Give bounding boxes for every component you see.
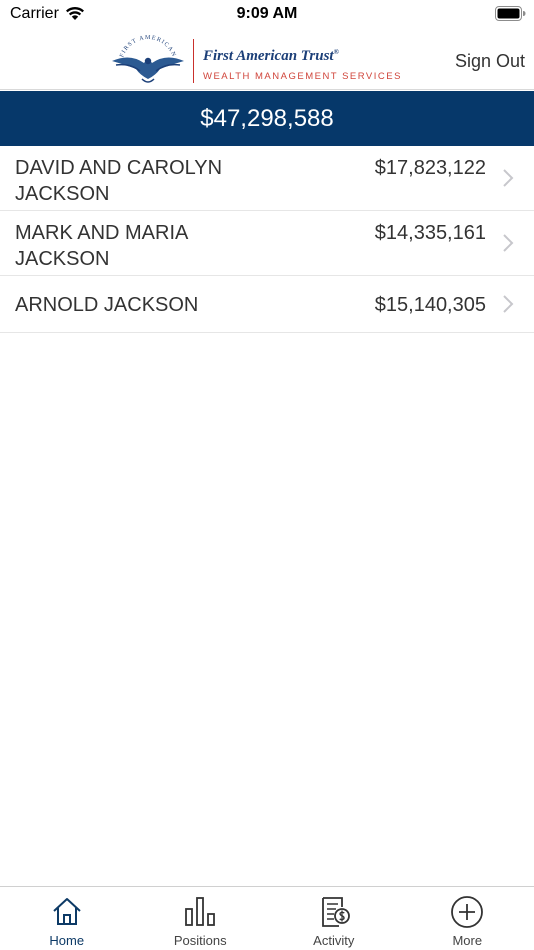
tab-activity[interactable]: Activity	[267, 887, 401, 950]
tab-label: Positions	[173, 933, 227, 948]
tab-more[interactable]: More	[401, 887, 534, 950]
chevron-right-icon	[503, 295, 514, 313]
clock: 9:09 AM	[236, 5, 298, 22]
tab-bar: Home Positions Activity More	[0, 886, 534, 950]
account-name: ARNOLD JACKSON	[15, 294, 199, 316]
brand-tagline: WEALTH MANAGEMENT SERVICES	[203, 71, 402, 82]
chevron-right-icon	[503, 234, 514, 252]
brand-name: First American Trust®	[203, 48, 339, 65]
account-name: MARK AND MARIA JACKSON	[15, 222, 188, 270]
home-icon	[53, 898, 81, 925]
accounts-list: DAVID AND CAROLYN JACKSON $17,823,122 MA…	[0, 146, 534, 333]
tab-label: Activity	[313, 933, 355, 948]
logo-divider	[193, 39, 194, 83]
plus-circle-icon	[451, 896, 484, 928]
account-row[interactable]: MARK AND MARIA JACKSON $14,335,161	[0, 211, 534, 276]
brand-registered-mark: ®	[333, 48, 339, 56]
account-row[interactable]: ARNOLD JACKSON $15,140,305	[0, 276, 534, 333]
bar-chart-icon	[185, 897, 216, 926]
status-bar: Carrier 9:09 AM	[0, 0, 534, 30]
account-row[interactable]: DAVID AND CAROLYN JACKSON $17,823,122	[0, 146, 534, 211]
app-header: FIRST AMERICAN First American Trust® WEA…	[0, 30, 534, 90]
brand-name-text: First American Trust	[203, 48, 334, 64]
account-name: DAVID AND CAROLYN JACKSON	[15, 157, 223, 205]
account-value: $17,823,122	[374, 157, 486, 179]
svg-text:FIRST AMERICAN: FIRST AMERICAN	[119, 35, 177, 58]
first-american-trust-logo: FIRST AMERICAN First American Trust® WEA…	[110, 35, 410, 87]
statement-icon	[321, 897, 350, 927]
tab-label: Home	[49, 933, 85, 948]
screen: Carrier 9:09 AM FIRST AMERICAN First Ame…	[0, 0, 534, 950]
account-value: $14,335,161	[374, 222, 486, 244]
account-value: $15,140,305	[374, 294, 486, 316]
tab-positions[interactable]: Positions	[134, 887, 268, 950]
tab-home[interactable]: Home	[0, 887, 134, 950]
eagle-logo-icon: FIRST AMERICAN	[112, 35, 184, 83]
tab-label: More	[452, 933, 483, 948]
battery-icon	[495, 6, 526, 21]
chevron-right-icon	[503, 169, 514, 187]
total-value-banner: $47,298,588	[0, 91, 534, 146]
sign-out-button[interactable]: Sign Out	[455, 51, 525, 72]
